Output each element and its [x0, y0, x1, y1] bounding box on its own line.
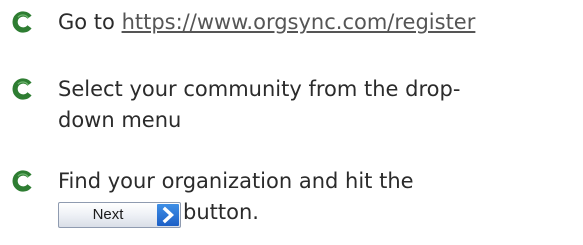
- next-button-label: Next: [92, 206, 124, 223]
- c-bullet-icon: [12, 11, 32, 33]
- c-bullet-icon: [12, 170, 32, 192]
- step-3-suffix: button.: [183, 200, 259, 224]
- next-button[interactable]: Next: [58, 202, 181, 228]
- step-text: Select your community from the drop- dow…: [58, 74, 460, 136]
- step-3-line-1: Find your organization and hit the: [58, 169, 414, 193]
- step-1-prefix: Go to: [58, 10, 122, 34]
- register-link[interactable]: https://www.orgsync.com/register: [122, 10, 476, 34]
- step-text: Go to https://www.orgsync.com/register: [58, 7, 475, 38]
- step-2-line-2: down menu: [58, 108, 182, 132]
- step-2-line-1: Select your community from the drop-: [58, 77, 461, 101]
- c-bullet-icon: [12, 78, 32, 100]
- chevron-right-icon: [157, 204, 179, 226]
- step-text: Find your organization and hit the Next …: [58, 166, 414, 228]
- step-3-line-2: Next button.: [58, 197, 414, 228]
